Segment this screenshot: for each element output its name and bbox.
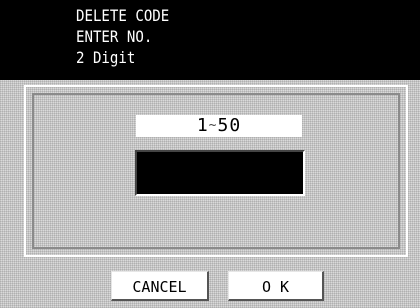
ok-button[interactable]: O K <box>228 271 324 301</box>
code-number-input[interactable] <box>135 150 305 196</box>
cancel-button[interactable]: CANCEL <box>111 271 209 301</box>
header-digit-hint: 2 Digit <box>76 48 136 67</box>
range-end: 50 <box>217 115 242 136</box>
range-start: 1 <box>196 115 209 136</box>
header-title: DELETE CODE <box>76 6 170 25</box>
range-display: 1~50 <box>136 115 302 137</box>
header-instruction: ENTER NO. <box>76 27 153 46</box>
header-bar: DELETE CODE ENTER NO. 2 Digit <box>0 0 420 80</box>
